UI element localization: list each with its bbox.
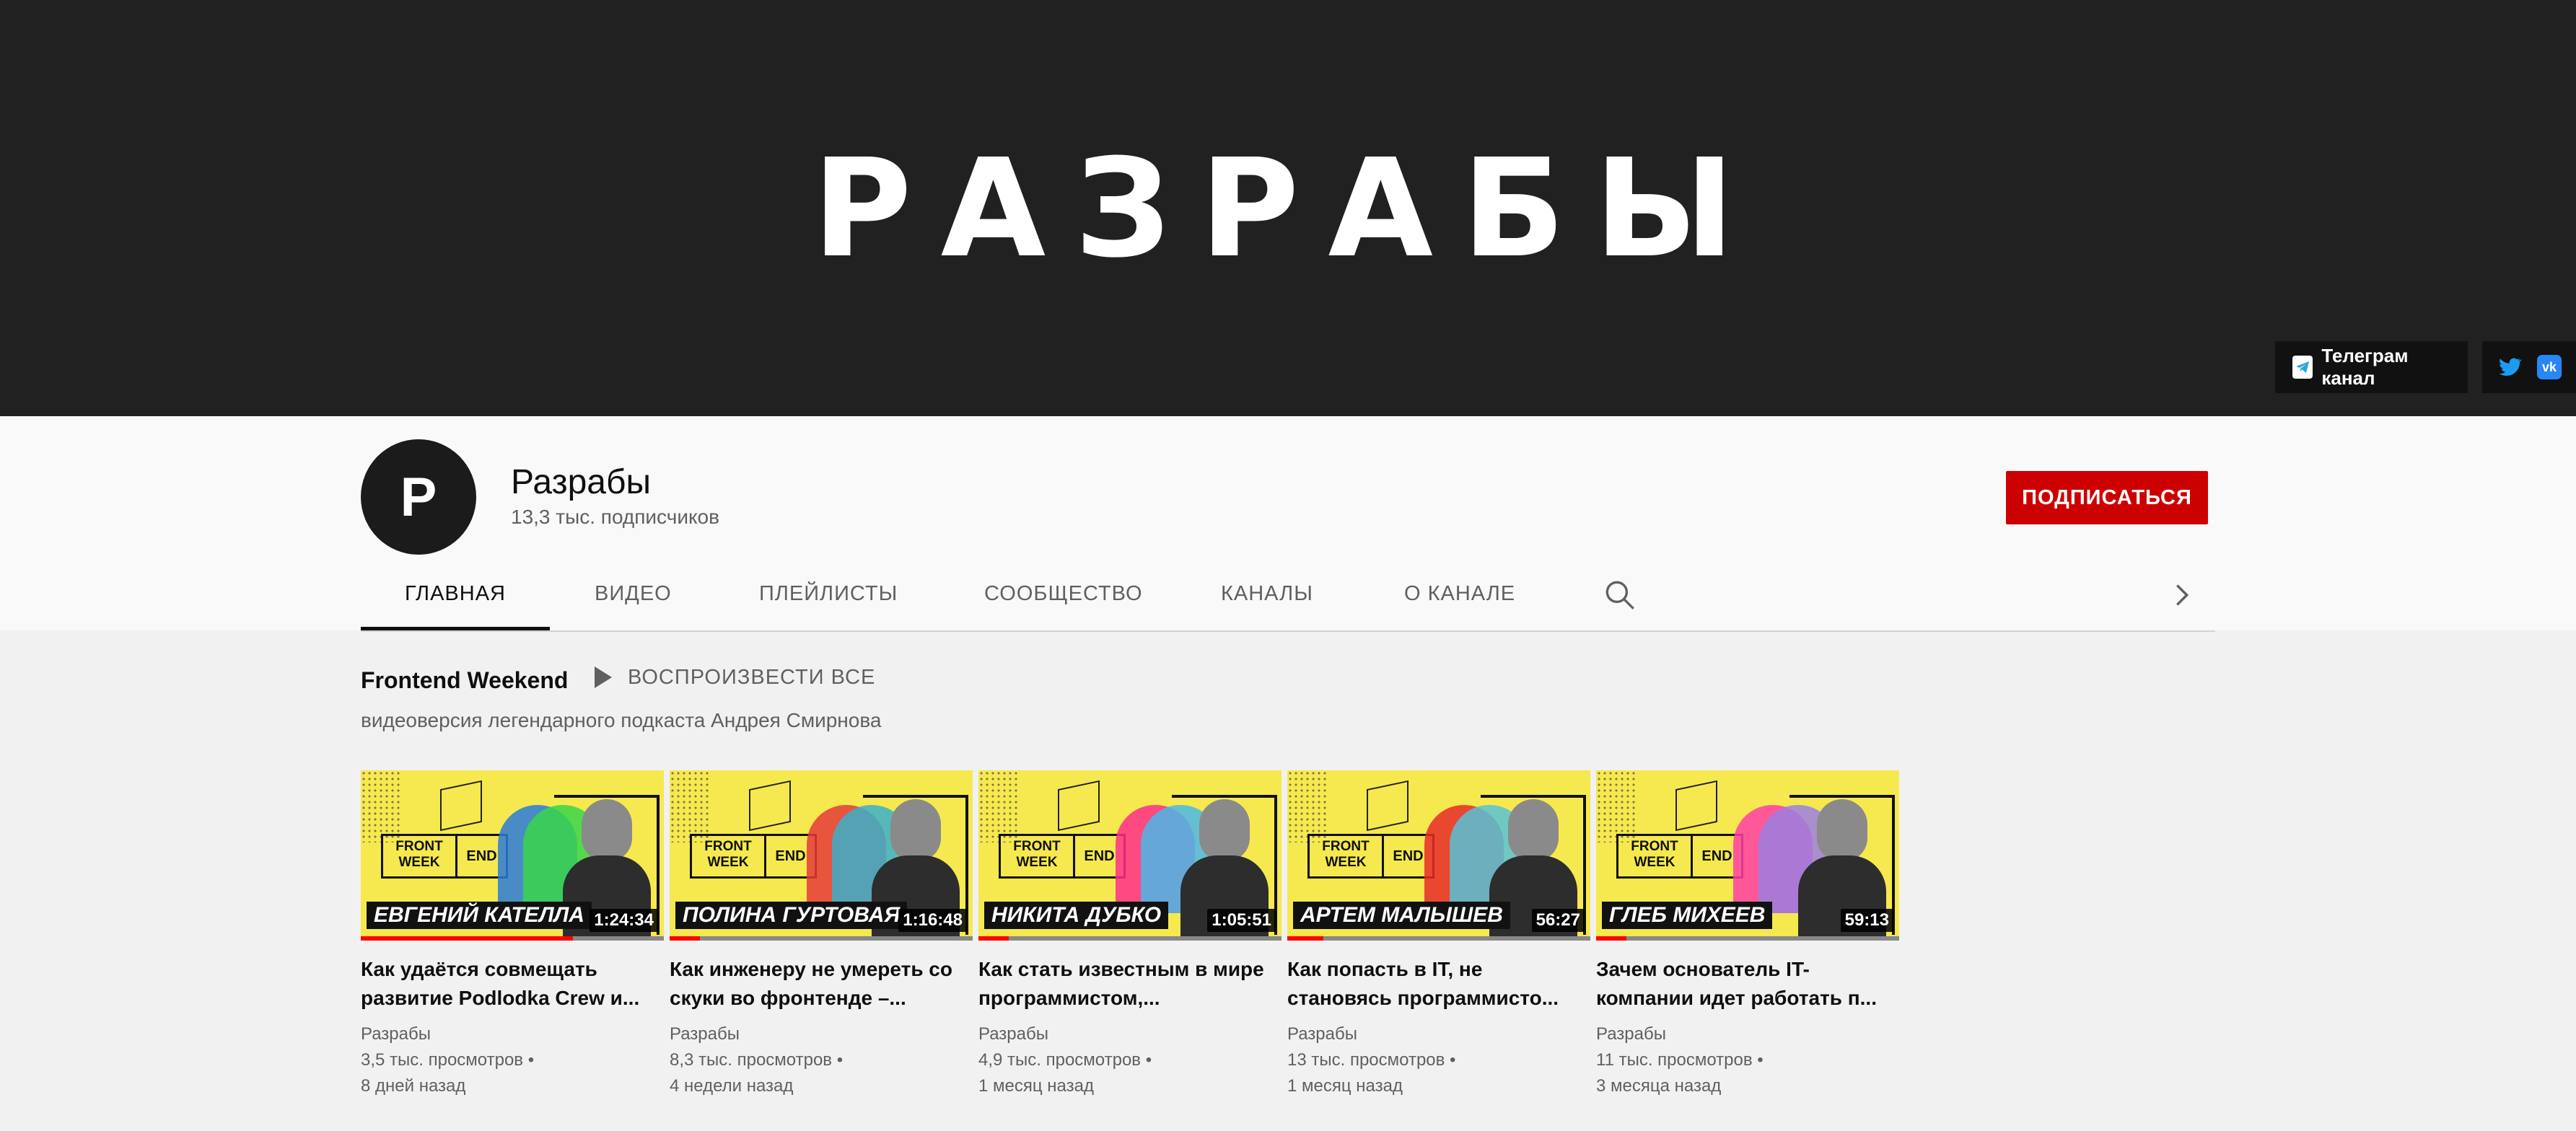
video-duration: 56:27: [1531, 909, 1585, 932]
video-thumbnail[interactable]: FRONT WEEK END ЕВГЕНИЙ КАТЕЛЛА 1:24:34: [361, 770, 664, 941]
video-channel[interactable]: Разрабы: [361, 1021, 664, 1047]
watch-progress-fill: [670, 936, 700, 941]
frontend-weekend-logo: FRONT WEEK END: [690, 834, 817, 879]
guest-name: ПОЛИНА ГУРТОВАЯ: [675, 902, 908, 929]
watch-progress: [978, 936, 1282, 941]
guest-name: АРТЕМ МАЛЫШЕВ: [1293, 902, 1510, 929]
video-card[interactable]: FRONT WEEK END ГЛЕБ МИХЕЕВ 59:13 Зачем осн…: [1596, 770, 1899, 1099]
video-card[interactable]: FRONT WEEK END ПОЛИНА ГУРТОВАЯ 1:16:48 Как…: [670, 770, 973, 1099]
video-age: 1 месяц назад: [978, 1076, 1094, 1096]
meta-separator: •: [1141, 1050, 1152, 1070]
video-channel[interactable]: Разрабы: [978, 1021, 1282, 1047]
video-title[interactable]: Как попасть в IT, не становясь программи…: [1287, 955, 1590, 1013]
video-age: 1 месяц назад: [1287, 1076, 1403, 1096]
subscriber-count: 13,3 тыс. подписчиков: [511, 506, 719, 528]
video-duration: 1:24:34: [590, 909, 658, 932]
video-duration: 1:05:51: [1207, 909, 1276, 932]
cube-doodle: [1675, 780, 1717, 832]
frontend-weekend-logo: FRONT WEEK END: [999, 834, 1126, 879]
thumbnail-pattern: [1596, 770, 1637, 842]
video-views: 11 тыс. просмотров: [1596, 1050, 1753, 1070]
watch-progress: [670, 936, 973, 941]
cube-doodle: [749, 780, 791, 832]
banner-title: РАЗРАБЫ: [812, 130, 1764, 288]
video-views: 4,9 тыс. просмотров: [978, 1050, 1142, 1070]
chevron-right-icon[interactable]: [2165, 578, 2198, 612]
watch-progress-fill: [361, 936, 573, 941]
tab-community[interactable]: СООБЩЕСТВО: [984, 570, 1143, 630]
telegram-link[interactable]: Телеграм канал: [2275, 341, 2468, 393]
thumbnail-pattern: [978, 770, 1019, 842]
shelf-description: видеоверсия легендарного подкаста Андрея…: [361, 709, 882, 731]
tab-home[interactable]: ГЛАВНАЯ: [361, 570, 550, 630]
channel-avatar[interactable]: P: [361, 439, 476, 555]
video-channel[interactable]: Разрабы: [1287, 1021, 1590, 1047]
watch-progress-fill: [978, 936, 1009, 941]
video-views: 3,5 тыс. просмотров: [361, 1050, 524, 1070]
watch-progress: [361, 936, 664, 941]
channel-banner: РАЗРАБЫ Телеграм канал vk: [0, 0, 2576, 416]
video-age: 4 недели назад: [670, 1076, 794, 1096]
video-duration: 59:13: [1840, 909, 1893, 932]
cube-doodle: [1058, 780, 1100, 832]
frontend-weekend-logo: FRONT WEEK END: [381, 834, 508, 879]
search-icon[interactable]: [1602, 577, 1638, 613]
meta-separator: •: [523, 1050, 535, 1070]
video-title[interactable]: Зачем основатель IT-компании идет работа…: [1596, 955, 1899, 1013]
thumbnail-pattern: [1287, 770, 1328, 842]
video-views: 8,3 тыс. просмотров: [670, 1050, 833, 1070]
video-age: 8 дней назад: [361, 1076, 466, 1096]
video-card[interactable]: FRONT WEEK END АРТЕМ МАЛЫШЕВ 56:27 Как поп…: [1287, 770, 1590, 1099]
channel-tabs: ГЛАВНАЯ ВИДЕО ПЛЕЙЛИСТЫ СООБЩЕСТВО КАНАЛ…: [361, 570, 2215, 632]
guest-name: ЕВГЕНИЙ КАТЕЛЛА: [367, 902, 592, 929]
video-title[interactable]: Как инженеру не умереть со скуки во фрон…: [670, 955, 973, 1013]
meta-separator: •: [832, 1050, 844, 1070]
video-duration: 1:16:48: [898, 909, 967, 932]
video-title[interactable]: Как стать известным в мире программистом…: [978, 955, 1282, 1013]
guest-name: НИКИТА ДУБКО: [984, 902, 1169, 929]
video-views: 13 тыс. просмотров: [1287, 1050, 1445, 1070]
subscribe-button[interactable]: ПОДПИСАТЬСЯ: [2006, 471, 2208, 524]
cube-doodle: [440, 780, 482, 832]
play-all-button[interactable]: ВОСПРОИЗВЕСТИ ВСЕ: [592, 665, 875, 690]
watch-progress: [1287, 936, 1590, 941]
telegram-icon: [2292, 356, 2313, 379]
video-thumbnail[interactable]: FRONT WEEK END ГЛЕБ МИХЕЕВ 59:13: [1596, 770, 1899, 941]
video-thumbnail[interactable]: FRONT WEEK END ПОЛИНА ГУРТОВАЯ 1:16:48: [670, 770, 973, 941]
channel-name: Разрабы: [511, 463, 651, 501]
meta-separator: •: [1752, 1050, 1764, 1070]
video-channel[interactable]: Разрабы: [1596, 1021, 1899, 1047]
watch-progress-fill: [1287, 936, 1324, 941]
tab-channels[interactable]: КАНАЛЫ: [1221, 570, 1313, 630]
cube-doodle: [1367, 780, 1409, 832]
video-thumbnail[interactable]: FRONT WEEK END НИКИТА ДУБКО 1:05:51: [978, 770, 1282, 941]
watch-progress-fill: [1596, 936, 1626, 941]
thumbnail-pattern: [670, 770, 710, 842]
video-card[interactable]: FRONT WEEK END ЕВГЕНИЙ КАТЕЛЛА 1:24:34 Как…: [361, 770, 664, 1099]
twitter-icon[interactable]: [2497, 354, 2523, 380]
video-age: 3 месяца назад: [1596, 1076, 1722, 1096]
play-all-label: ВОСПРОИЗВЕСТИ ВСЕ: [628, 665, 876, 689]
tab-about[interactable]: О КАНАЛЕ: [1404, 570, 1515, 630]
video-title[interactable]: Как удаётся совмещать развитие Podlodka …: [361, 955, 664, 1013]
guest-name: ГЛЕБ МИХЕЕВ: [1602, 902, 1773, 929]
video-thumbnail[interactable]: FRONT WEEK END АРТЕМ МАЛЫШЕВ 56:27: [1287, 770, 1590, 941]
frontend-weekend-logo: FRONT WEEK END: [1307, 834, 1434, 879]
shelf-title[interactable]: Frontend Weekend: [361, 667, 568, 694]
watch-progress: [1596, 936, 1899, 941]
frontend-weekend-logo: FRONT WEEK END: [1616, 834, 1743, 879]
video-card[interactable]: FRONT WEEK END НИКИТА ДУБКО 1:05:51 Как ст…: [978, 770, 1282, 1099]
thumbnail-pattern: [361, 770, 401, 842]
play-icon: [595, 666, 612, 688]
vk-icon[interactable]: vk: [2537, 355, 2562, 379]
tab-videos[interactable]: ВИДЕО: [595, 570, 672, 630]
banner-links: Телеграм канал vk: [2275, 341, 2576, 393]
tab-playlists[interactable]: ПЛЕЙЛИСТЫ: [759, 570, 898, 630]
social-links: vk: [2482, 341, 2576, 393]
video-channel[interactable]: Разрабы: [670, 1021, 973, 1047]
meta-separator: •: [1445, 1050, 1456, 1070]
telegram-link-label: Телеграм канал: [2321, 345, 2409, 389]
